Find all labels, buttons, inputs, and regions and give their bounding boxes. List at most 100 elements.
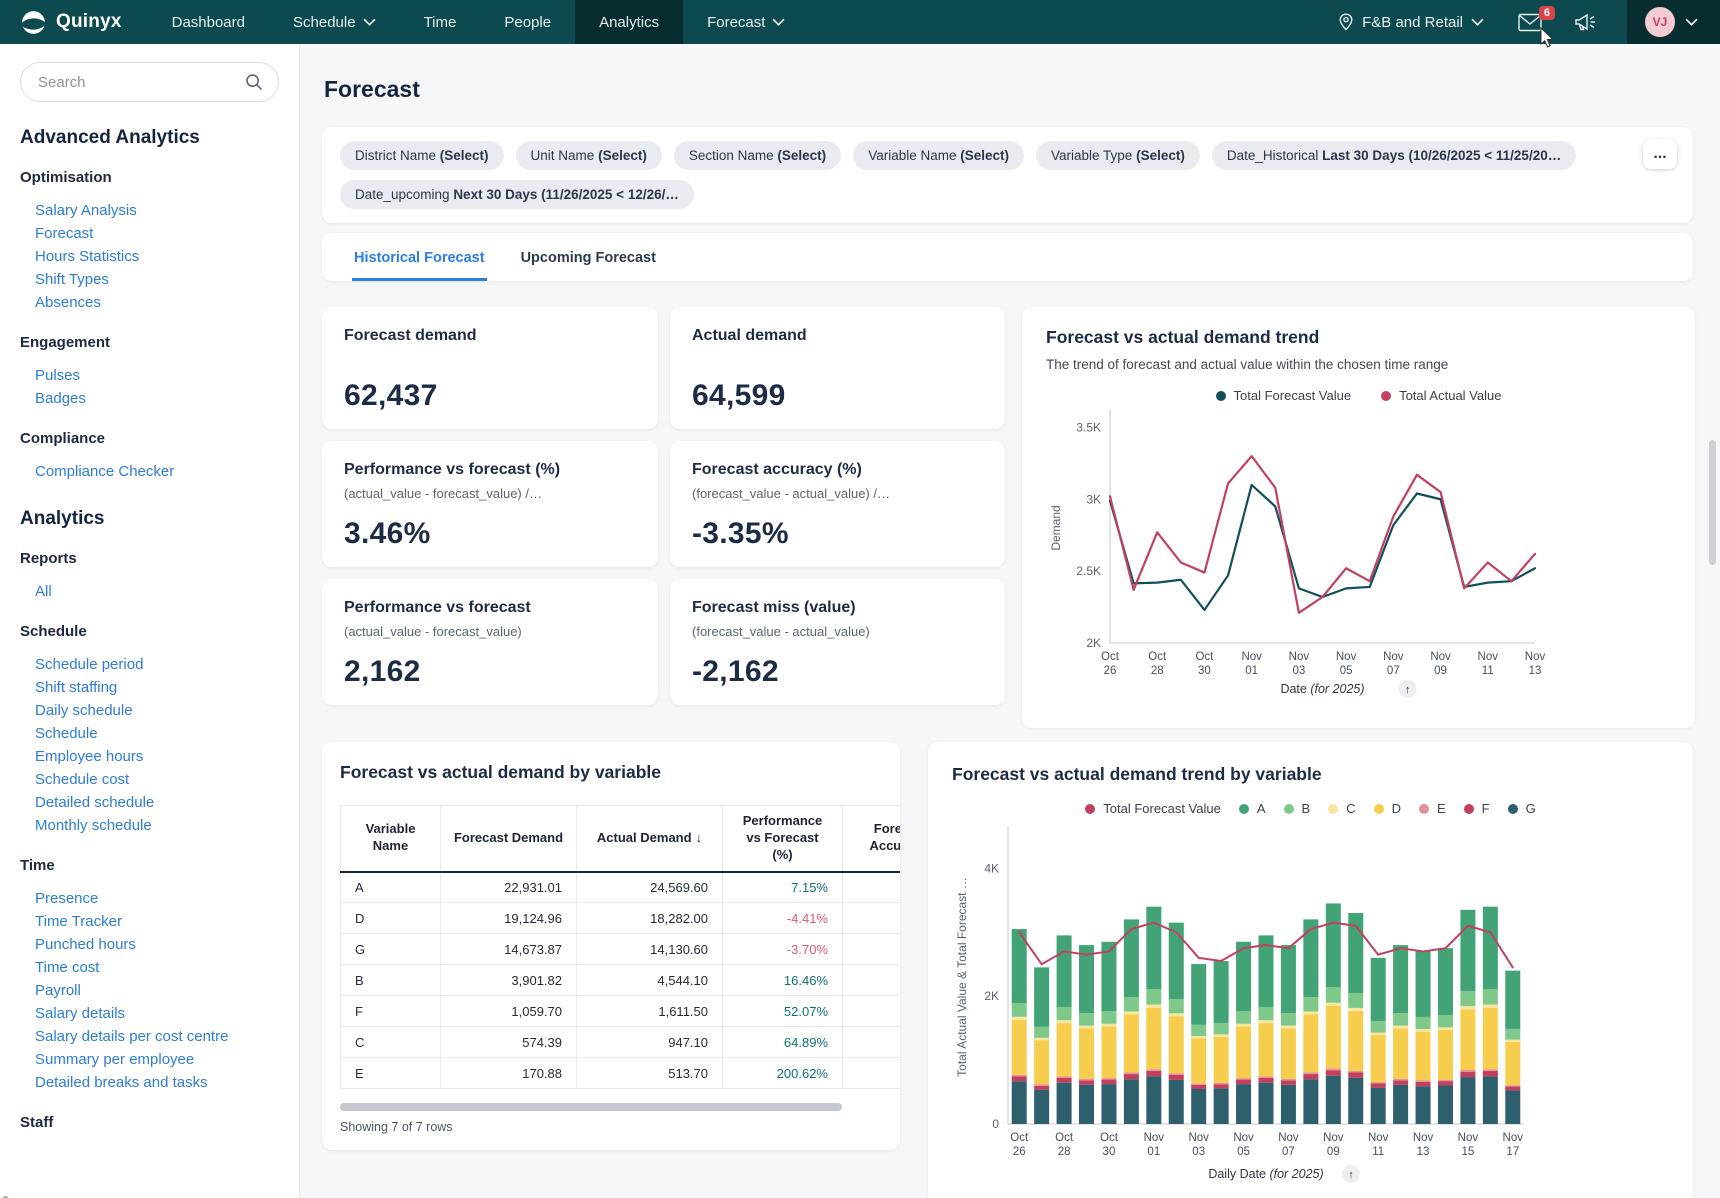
bar-nov-02[interactable]	[1169, 923, 1184, 1124]
filter-chip-date-historical[interactable]: Date_Historical Last 30 Days (10/26/2025…	[1212, 141, 1576, 170]
tab-upcoming-forecast[interactable]: Upcoming Forecast	[519, 233, 658, 281]
legend-item-a[interactable]: A	[1239, 801, 1266, 816]
filter-chip-date-upcoming[interactable]: Date_upcoming Next 30 Days (11/26/2025 <…	[340, 180, 694, 209]
nav-item-schedule[interactable]: Schedule	[269, 0, 400, 44]
bar-oct-28[interactable]	[1057, 935, 1072, 1124]
filter-chip-variable-name[interactable]: Variable Name (Select)	[853, 141, 1024, 170]
sidebar-item-punched-hours[interactable]: Punched hours	[20, 934, 136, 955]
sidebar-item-absences[interactable]: Absences	[20, 292, 101, 313]
bar-nov-14[interactable]	[1438, 948, 1453, 1124]
legend-item-total-forecast-value[interactable]: Total Forecast Value	[1085, 801, 1221, 816]
search-input[interactable]	[20, 62, 279, 102]
bar-oct-29[interactable]	[1079, 945, 1094, 1124]
sidebar-item-all[interactable]: All	[20, 581, 52, 602]
sidebar-item-schedule-period[interactable]: Schedule period	[20, 654, 143, 675]
filter-more-button[interactable]: ...	[1643, 139, 1677, 169]
sidebar-item-presence[interactable]: Presence	[20, 888, 98, 909]
column-header-forecast-accuracy[interactable]: Forecast Accuracy	[843, 806, 901, 872]
sidebar-item-summary-per-employee[interactable]: Summary per employee	[20, 1049, 194, 1070]
filter-bar: District Name (Select) Unit Name (Select)…	[322, 127, 1693, 223]
filter-chip-label: Date_upcoming	[355, 187, 453, 202]
list-item: Payroll	[20, 979, 279, 1002]
legend-item-f[interactable]: F	[1464, 801, 1490, 816]
location-selector[interactable]: F&B and Retail	[1338, 13, 1484, 31]
sidebar-item-forecast[interactable]: Forecast	[20, 223, 93, 244]
nav-item-analytics[interactable]: Analytics	[575, 0, 683, 44]
sidebar-item-time-tracker[interactable]: Time Tracker	[20, 911, 122, 932]
sidebar-item-payroll[interactable]: Payroll	[20, 980, 81, 1001]
bar-nov-06[interactable]	[1259, 935, 1274, 1124]
table-cell	[843, 934, 901, 965]
legend-item-total-actual-value[interactable]: Total Actual Value	[1381, 388, 1501, 403]
bar-nov-03[interactable]	[1191, 964, 1206, 1124]
bar-oct-31[interactable]	[1124, 919, 1139, 1124]
search-icon[interactable]	[244, 72, 264, 97]
sidebar-item-schedule-cost[interactable]: Schedule cost	[20, 769, 129, 790]
table-cell: B	[341, 965, 441, 996]
column-header-variable-name[interactable]: Variable Name	[341, 806, 441, 872]
announcements-button[interactable]	[1573, 12, 1597, 32]
sidebar-item-hours-statistics[interactable]: Hours Statistics	[20, 246, 139, 267]
bar-nov-10[interactable]	[1348, 913, 1363, 1124]
sidebar-item-shift-types[interactable]: Shift Types	[20, 269, 109, 290]
tab-historical-forecast[interactable]: Historical Forecast	[352, 233, 487, 281]
bar-nov-11[interactable]	[1371, 958, 1386, 1124]
legend-item-total-forecast-value[interactable]: Total Forecast Value	[1216, 388, 1352, 403]
filter-chip-unit-name[interactable]: Unit Name (Select)	[516, 141, 662, 170]
sidebar-item-employee-hours[interactable]: Employee hours	[20, 746, 143, 767]
table-hscrollbar-thumb[interactable]	[340, 1103, 842, 1111]
bar-nov-17[interactable]	[1505, 971, 1520, 1124]
column-header-forecast-demand[interactable]: Forecast Demand	[441, 806, 577, 872]
bar-nov-01[interactable]	[1146, 907, 1161, 1124]
table-cell: 14,130.60	[577, 934, 723, 965]
legend-dot-icon	[1508, 804, 1518, 814]
user-menu[interactable]: VJ	[1627, 0, 1720, 44]
list-item: Schedule	[20, 722, 279, 745]
quinyx-logo[interactable]: Quinyx	[0, 9, 148, 36]
legend-item-g[interactable]: G	[1508, 801, 1536, 816]
legend-item-c[interactable]: C	[1328, 801, 1355, 816]
page-scrollbar-thumb[interactable]	[1709, 440, 1716, 565]
sidebar-item-salary-analysis[interactable]: Salary Analysis	[20, 200, 137, 221]
legend-item-d[interactable]: D	[1374, 801, 1401, 816]
sidebar-item-pulses[interactable]: Pulses	[20, 365, 80, 386]
bar-nov-05[interactable]	[1236, 942, 1251, 1124]
bar-oct-27[interactable]	[1034, 967, 1049, 1124]
bar-nov-13[interactable]	[1416, 951, 1431, 1124]
bar-nov-12[interactable]	[1393, 945, 1408, 1124]
bar-oct-26[interactable]	[1012, 929, 1027, 1124]
sidebar-item-daily-schedule[interactable]: Daily schedule	[20, 700, 133, 721]
nav-item-time[interactable]: Time	[400, 0, 481, 44]
sidebar-item-badges[interactable]: Badges	[20, 388, 86, 409]
sidebar-item-compliance-checker[interactable]: Compliance Checker	[20, 461, 174, 482]
total-actual-value-line	[1110, 456, 1535, 613]
legend-item-b[interactable]: B	[1284, 801, 1311, 816]
column-header-actual-demand[interactable]: Actual Demand↓	[577, 806, 723, 872]
bar-nov-08[interactable]	[1303, 919, 1318, 1124]
svg-text:2K: 2K	[984, 989, 999, 1003]
bar-nov-15[interactable]	[1460, 910, 1475, 1124]
filter-chip-district-name[interactable]: District Name (Select)	[340, 141, 504, 170]
nav-item-forecast[interactable]: Forecast	[683, 0, 809, 44]
nav-item-dashboard[interactable]: Dashboard	[148, 0, 269, 44]
bar-nov-09[interactable]	[1326, 903, 1341, 1124]
legend-item-e[interactable]: E	[1419, 801, 1446, 816]
sidebar-item-detailed-schedule[interactable]: Detailed schedule	[20, 792, 154, 813]
scroll-up-button[interactable]: ↑	[1342, 1165, 1360, 1183]
sidebar-item-time-cost[interactable]: Time cost	[20, 957, 99, 978]
scroll-up-button[interactable]: ↑	[1399, 680, 1417, 698]
sidebar-item-salary-details[interactable]: Salary details	[20, 1003, 125, 1024]
filter-chip-section-name[interactable]: Section Name (Select)	[674, 141, 841, 170]
filter-chip-variable-type[interactable]: Variable Type (Select)	[1036, 141, 1200, 170]
sidebar-item-shift-staffing[interactable]: Shift staffing	[20, 677, 117, 698]
sidebar-item-salary-details-per-cost-centre[interactable]: Salary details per cost centre	[20, 1026, 228, 1047]
nav-item-people[interactable]: People	[480, 0, 575, 44]
sidebar-item-schedule[interactable]: Schedule	[20, 723, 98, 744]
bar-nov-07[interactable]	[1281, 945, 1296, 1124]
column-header-performance-vs-forecast[interactable]: Performance vs Forecast (%)	[723, 806, 843, 872]
bar-oct-30[interactable]	[1101, 942, 1116, 1124]
avatar[interactable]: VJ	[1645, 7, 1675, 37]
sidebar-item-monthly-schedule[interactable]: Monthly schedule	[20, 815, 152, 836]
bar-nov-04[interactable]	[1214, 961, 1229, 1124]
sidebar-item-detailed-breaks-and-tasks[interactable]: Detailed breaks and tasks	[20, 1072, 208, 1093]
